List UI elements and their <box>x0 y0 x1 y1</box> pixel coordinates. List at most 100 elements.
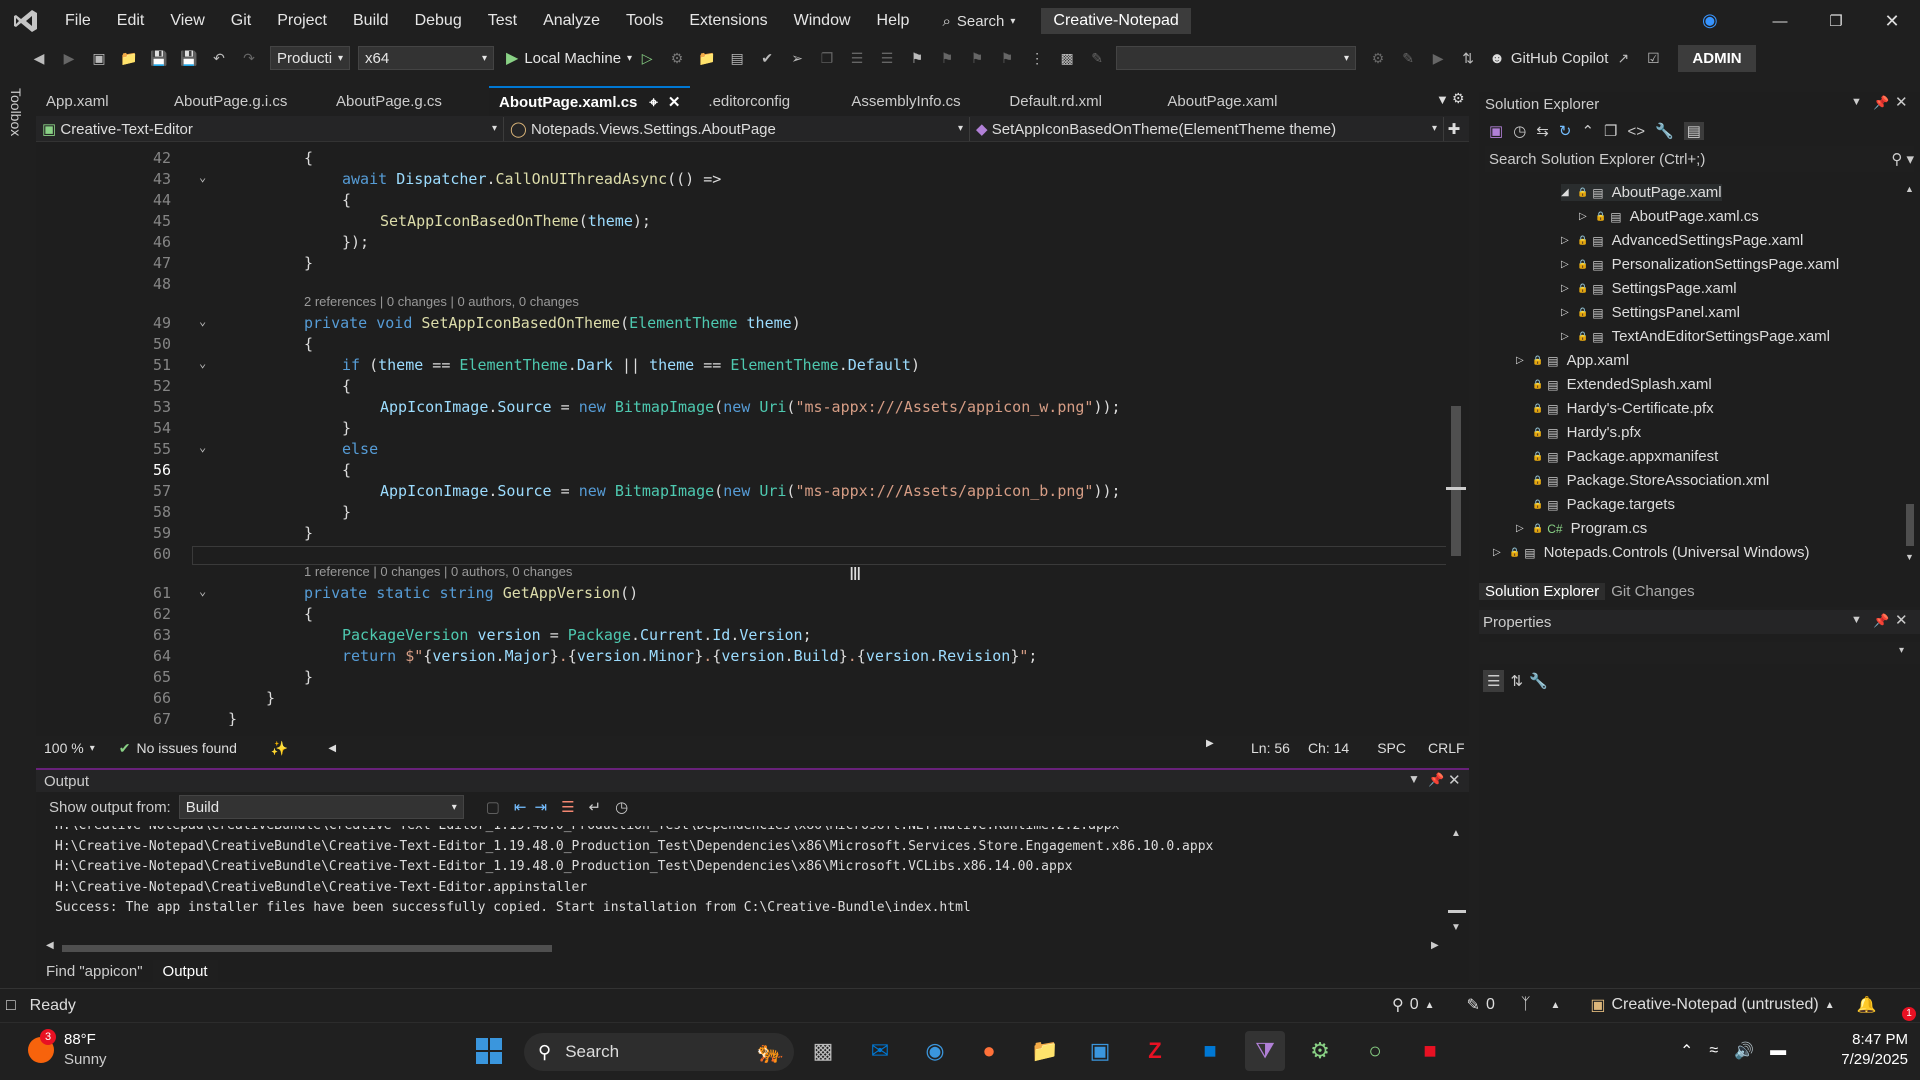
find-in-output-icon[interactable]: ▢ <box>486 798 500 816</box>
task-view-icon[interactable]: ▩ <box>803 1031 843 1071</box>
weather-condition[interactable]: Sunny <box>64 1051 107 1068</box>
expand-chevron-icon[interactable]: ▷ <box>1561 235 1577 246</box>
expand-chevron-icon[interactable]: ◢ <box>1561 187 1577 198</box>
close-pane-icon[interactable]: ✕ <box>1895 611 1908 629</box>
preview-icon[interactable]: ▩ <box>1055 46 1079 70</box>
menu-git[interactable]: Git <box>218 0 264 42</box>
next-message-icon[interactable]: ⇥ <box>535 798 548 816</box>
minimize-button[interactable]: — <box>1752 13 1808 30</box>
prev-message-icon[interactable]: ⇤ <box>514 798 527 816</box>
edit-icon[interactable]: ✎ <box>1396 46 1420 70</box>
pin-tab-icon[interactable]: ⌖ <box>649 94 657 111</box>
app-icon[interactable]: ■ <box>1190 1031 1230 1071</box>
menu-view[interactable]: View <box>157 0 217 42</box>
taskbar-search[interactable]: ⚲ Search 🐅 <box>524 1033 794 1071</box>
pen-icon[interactable]: ✎ <box>1085 46 1109 70</box>
window-position-icon[interactable]: ▼ <box>1408 772 1420 786</box>
menu-test[interactable]: Test <box>475 0 530 42</box>
alphabetical-icon[interactable]: ⇅ <box>1510 672 1523 690</box>
clock-time[interactable]: 8:47 PM <box>1826 1031 1908 1048</box>
wifi-icon[interactable]: ≈ <box>1709 1042 1718 1060</box>
output-text[interactable]: H:\Creative-Notepad\CreativeBundle\Creat… <box>36 826 1441 936</box>
pin-icon[interactable]: 📌 <box>1428 772 1444 788</box>
menu-build[interactable]: Build <box>340 0 402 42</box>
output-bottom-tab[interactable]: Output <box>152 960 218 984</box>
bookmark-icon[interactable]: ⚑ <box>905 46 929 70</box>
red-app-icon[interactable]: ■ <box>1410 1031 1450 1071</box>
word-wrap-icon[interactable]: ↵ <box>589 798 602 816</box>
collapse-all-icon[interactable]: ⌃ <box>1581 122 1594 140</box>
expand-chevron-icon[interactable]: ▷ <box>1561 283 1577 294</box>
clear-bookmarks-icon[interactable]: ⚑ <box>995 46 1019 70</box>
h-scroll-left-icon[interactable]: ◀ <box>328 743 336 754</box>
menu-window[interactable]: Window <box>781 0 864 42</box>
vs-icon[interactable]: ▣ <box>1489 122 1503 140</box>
properties-wrench-icon[interactable]: 🔧 <box>1655 122 1674 140</box>
code-view-icon[interactable]: <> <box>1627 123 1645 140</box>
menu-help[interactable]: Help <box>864 0 923 42</box>
play-small-icon[interactable]: ▶ <box>1426 46 1450 70</box>
solution-tree-item[interactable]: ▷ 🔒 ▤ App.xaml <box>1516 352 1629 369</box>
new-project-icon[interactable]: ▣ <box>87 46 111 70</box>
tab-list-icon[interactable]: ▼ <box>1436 92 1449 107</box>
close-pane-icon[interactable]: ✕ <box>1895 93 1908 111</box>
solution-tree-item[interactable]: ▷ 🔒 ▤ Notepads.Controls (Universal Windows) <box>1493 544 1810 561</box>
output-bottom-tab[interactable]: Find "appicon" <box>36 960 153 984</box>
close-output-icon[interactable]: ✕ <box>1448 771 1461 789</box>
repository-status[interactable]: Creative-Notepad (untrusted) <box>1611 996 1818 1014</box>
show-hidden-icons-icon[interactable]: ⌃ <box>1680 1041 1693 1061</box>
codelens-getappversion[interactable]: 1 reference | 0 changes | 0 authors, 0 c… <box>304 564 572 579</box>
attach-icon[interactable]: ⚙ <box>1366 46 1390 70</box>
firefox-icon[interactable]: ● <box>969 1031 1009 1071</box>
feedback-icon[interactable]: ☑ <box>1641 46 1665 70</box>
app-green-icon[interactable]: ○ <box>1355 1031 1395 1071</box>
expand-chevron-icon[interactable]: ▷ <box>1561 331 1577 342</box>
document-tab[interactable]: AboutPage.xaml <box>1157 86 1307 116</box>
solution-tree-item[interactable]: 🔒 ▤ Package.targets <box>1516 496 1675 513</box>
start-debugging-button[interactable]: ▶ Local Machine ▾ <box>506 48 632 68</box>
scrollbar-thumb[interactable] <box>1451 406 1461 556</box>
copy-icon[interactable]: ❐ <box>815 46 839 70</box>
notifications-icon[interactable]: 🔔 <box>1857 995 1877 1015</box>
tab-settings-icon[interactable]: ⚙ <box>1452 90 1465 107</box>
diagnostics-icon[interactable]: ✔ <box>755 46 779 70</box>
menu-extensions[interactable]: Extensions <box>676 0 780 42</box>
open-icon[interactable]: 📁 <box>117 46 141 70</box>
find-dropdown[interactable]: ▾ <box>1116 46 1357 70</box>
document-tab[interactable]: AssemblyInfo.cs <box>841 86 991 116</box>
timestamp-icon[interactable]: ◷ <box>615 798 628 816</box>
expand-chevron-icon[interactable]: ▷ <box>1493 547 1509 558</box>
solution-tree-item[interactable]: ▷ 🔒 C# Program.cs <box>1516 520 1647 537</box>
github-copilot-button[interactable]: ☻ GitHub Copilot <box>1489 50 1608 67</box>
clear-all-icon[interactable]: ☰ <box>561 798 574 816</box>
document-tab[interactable]: Default.rd.xml <box>999 86 1149 116</box>
start-without-debugging-icon[interactable]: ▷ <box>635 46 659 70</box>
pointer-icon[interactable]: ➢ <box>785 46 809 70</box>
clock-date[interactable]: 7/29/2025 <box>1826 1051 1908 1068</box>
sort-icon[interactable]: ⇅ <box>1456 46 1480 70</box>
menu-project[interactable]: Project <box>264 0 340 42</box>
zoom-level[interactable]: 100 % <box>44 740 84 756</box>
toolbox-tab[interactable]: Toolbox <box>8 88 24 136</box>
visual-studio-taskbar-icon[interactable]: ⧩ <box>1245 1031 1285 1071</box>
configuration-dropdown[interactable]: Producti ▾ <box>270 46 350 70</box>
battery-icon[interactable]: ▬ <box>1770 1042 1786 1060</box>
show-all-files-icon[interactable]: ❐ <box>1604 122 1617 140</box>
hot-reload-icon[interactable]: ⚙ <box>665 46 689 70</box>
solution-search-box[interactable]: Search Solution Explorer (Ctrl+;) ⚲ ▾ <box>1485 146 1914 172</box>
menu-analyze[interactable]: Analyze <box>530 0 613 42</box>
undo-icon[interactable]: ↶ <box>207 46 231 70</box>
cleanup-icon[interactable]: ✨ <box>271 740 288 757</box>
expand-chevron-icon[interactable]: ▷ <box>1561 259 1577 270</box>
line-number-indicator[interactable]: Ln: 56 <box>1251 740 1290 756</box>
volume-icon[interactable]: 🔊 <box>1734 1041 1754 1061</box>
platform-dropdown[interactable]: x64 ▾ <box>358 46 494 70</box>
search-menu[interactable]: ⌕ Search ▾ <box>942 13 1015 30</box>
editor-vertical-scrollbar[interactable] <box>1446 146 1466 726</box>
commits-count[interactable]: 0 <box>1410 996 1419 1014</box>
close-window-button[interactable]: ✕ <box>1864 11 1920 32</box>
share-icon[interactable]: ↗ <box>1611 46 1635 70</box>
back-icon[interactable]: ◀ <box>27 46 51 70</box>
whitespace-indicator[interactable]: SPC <box>1377 740 1406 756</box>
line-ending-indicator[interactable]: CRLF <box>1428 740 1465 756</box>
